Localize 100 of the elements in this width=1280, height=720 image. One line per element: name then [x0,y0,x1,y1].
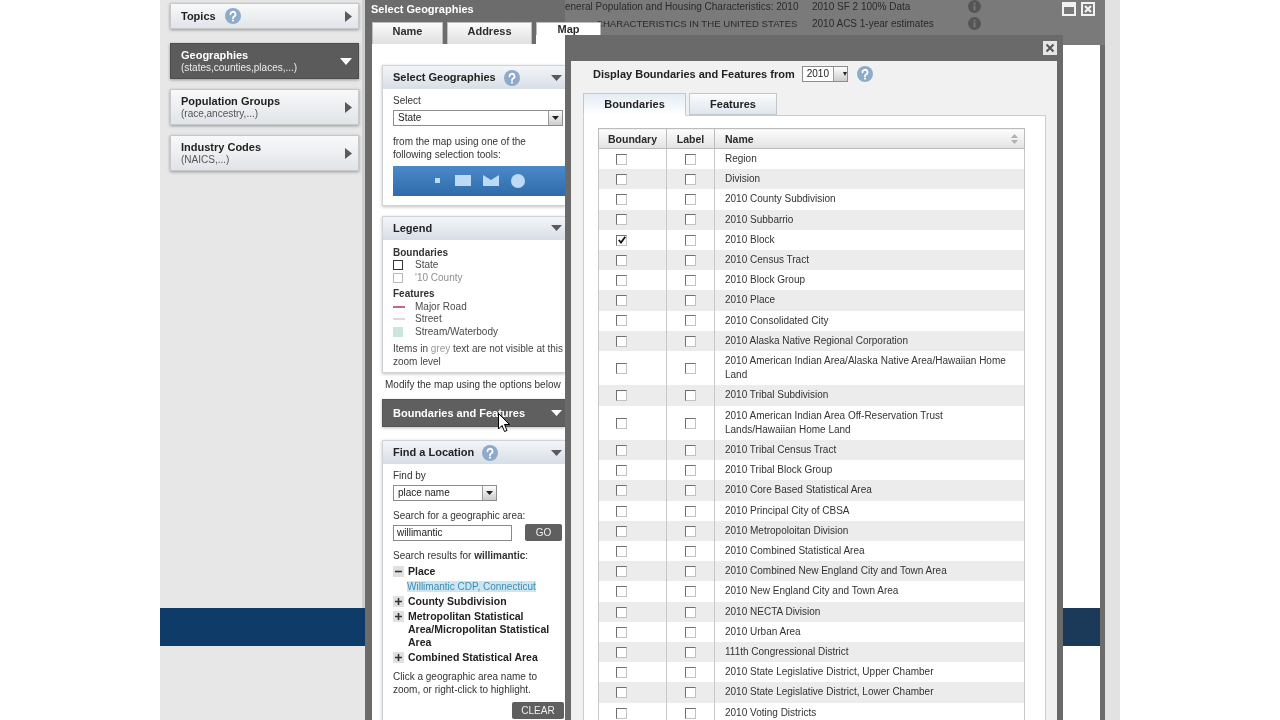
checkbox[interactable] [616,687,627,699]
tab[interactable]: Boundaries [583,93,686,116]
plus-icon[interactable] [393,595,404,607]
polygon-icon[interactable] [483,175,499,186]
close-icon[interactable] [1081,2,1095,16]
legend-label: Major Road [415,300,467,313]
tree-item[interactable]: County Subdivision [408,594,507,608]
checkbox[interactable] [616,566,627,578]
section-header[interactable]: Select Geographies [383,66,565,89]
column-header[interactable]: Name [714,128,1025,149]
checkbox[interactable] [616,707,627,719]
caret-down-icon [551,449,562,456]
sidebar-item[interactable]: Population Groups (race,ancestry,...) [170,89,359,125]
go-button[interactable]: GO [525,524,562,541]
checkbox[interactable] [685,444,696,456]
checkbox[interactable] [616,174,627,186]
caret-down-icon [551,410,562,416]
checkbox[interactable] [616,315,627,327]
close-icon[interactable] [1043,41,1057,55]
sidebar-item[interactable]: Geographies (states,counties,places,...) [170,43,359,79]
tree-item[interactable]: Combined Statistical Area [408,650,538,664]
table-cell: 2010 Block [725,233,775,245]
plus-icon[interactable] [393,651,404,663]
checkbox[interactable] [616,214,627,226]
checkbox[interactable] [616,335,627,347]
checkbox[interactable] [685,417,696,429]
tree-item[interactable]: Metropolitan Statistical Area/Micropolitan Statistical Area [408,609,558,649]
checkbox[interactable] [616,153,627,165]
sidebar-item[interactable]: Industry Codes (NAICS,...) [170,135,359,171]
checkbox[interactable] [685,667,696,679]
checkbox[interactable] [616,275,627,287]
table-cell: Region [725,153,757,164]
field-label: Display Boundaries and Features from [593,67,795,81]
checkbox[interactable] [685,234,696,246]
checkbox[interactable] [616,667,627,679]
plus-icon[interactable] [393,610,404,622]
checkbox[interactable] [685,363,696,374]
checkbox[interactable] [616,525,627,537]
dropdown[interactable]: place name [393,484,497,501]
checkbox[interactable] [616,390,627,402]
checkbox[interactable] [685,707,696,719]
section-header[interactable]: Find a Location [383,441,565,464]
checkbox[interactable] [616,254,627,266]
sidebar-item[interactable]: Topics [170,3,359,29]
checkbox[interactable] [685,390,696,402]
checkbox[interactable] [685,194,696,206]
checkbox[interactable] [685,545,696,557]
checkbox[interactable] [685,485,696,497]
section-header[interactable]: Boundaries and Features [383,400,565,426]
checkbox[interactable] [685,505,696,517]
checkbox[interactable] [616,465,627,477]
checkbox[interactable] [616,295,627,307]
minus-icon[interactable] [393,565,404,577]
clear-button[interactable]: CLEAR [512,701,564,719]
table-cell: 2010 State Legislative District, Upper Chamber [725,666,934,678]
checkbox[interactable] [685,626,696,638]
checkbox[interactable] [616,234,627,246]
instructions-text: from the map using one of the following selection tools: [393,134,527,161]
checkbox[interactable] [685,153,696,165]
checkbox[interactable] [685,465,696,477]
table-cell: 2010 Place [725,294,776,306]
circle-icon[interactable] [511,173,525,188]
tab[interactable]: Name [372,22,443,44]
checkbox[interactable] [685,525,696,537]
checkbox[interactable] [616,626,627,638]
checkbox[interactable] [616,606,627,618]
checkbox[interactable] [685,335,696,347]
section-header[interactable]: Legend [383,216,565,240]
checkbox[interactable] [685,214,696,226]
checkbox[interactable] [685,586,696,598]
checkbox[interactable] [685,687,696,699]
checkbox[interactable] [685,566,696,578]
checkbox[interactable] [616,586,627,598]
checkbox[interactable] [616,545,627,557]
checkbox[interactable] [616,417,627,429]
checkbox[interactable] [685,315,696,327]
checkbox[interactable] [616,646,627,658]
table-cell: 2010 NECTA Division [725,605,821,617]
checkbox[interactable] [685,174,696,186]
tab[interactable]: Features [689,93,777,115]
checkbox[interactable] [616,194,627,206]
checkbox[interactable] [685,254,696,266]
checkbox[interactable] [685,606,696,618]
table-cell: 111th Congressional District [725,646,849,658]
caret-down-icon [842,72,847,76]
checkbox[interactable] [616,505,627,517]
table-cell: 2010 Urban Area [725,625,801,637]
tree-item[interactable]: Place [408,564,436,578]
checkbox[interactable] [616,485,627,497]
checkbox[interactable] [685,646,696,658]
table-cell: 2010 Voting Districts [725,706,817,718]
maximize-icon[interactable] [1062,2,1076,16]
dropdown[interactable]: 2010 [801,66,848,82]
tab[interactable]: Address [447,22,532,44]
checkbox[interactable] [685,295,696,307]
search-field[interactable]: willimantic [393,524,512,541]
checkbox[interactable] [616,363,627,374]
dropdown[interactable]: State [393,109,563,126]
checkbox[interactable] [685,275,696,287]
checkbox[interactable] [616,444,627,456]
